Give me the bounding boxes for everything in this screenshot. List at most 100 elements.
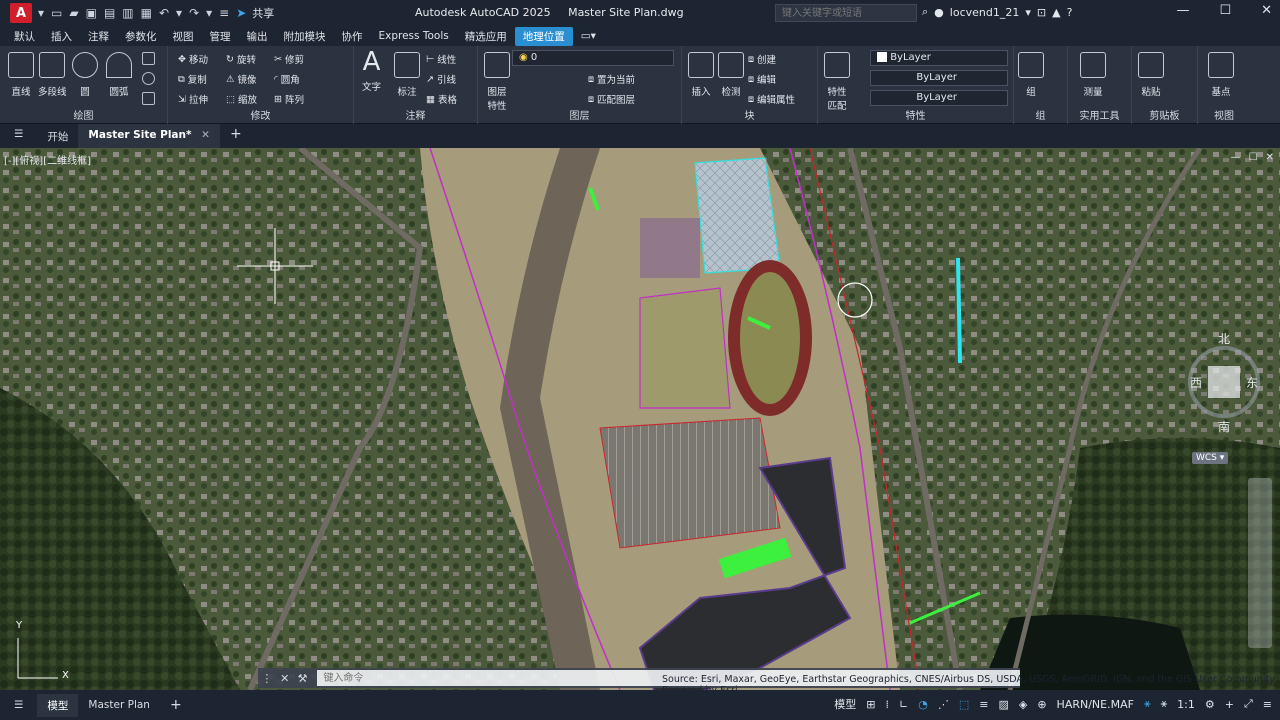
block-panel-label[interactable]: 块 xyxy=(682,107,817,122)
cart-icon[interactable]: ⊡ xyxy=(1037,6,1046,19)
drawing-viewport[interactable]: Y X [-][俯视][二维线框] — ☐ ✕ 北 东 西 南 WCS ▾ xyxy=(0,148,1280,690)
dimension-button[interactable]: 标注 xyxy=(394,52,420,98)
settings-icon[interactable]: ⚙ xyxy=(1205,698,1215,711)
properties-panel-label[interactable]: 特性 xyxy=(818,107,1013,122)
ribbon-tab-6[interactable]: 输出 xyxy=(239,27,276,46)
ribbon-tab-8[interactable]: 协作 xyxy=(334,27,371,46)
clipboard-panel-label[interactable]: 剪贴板 xyxy=(1132,107,1197,122)
layer-dropdown[interactable]: ◉ 0 xyxy=(512,50,674,66)
polar-icon[interactable]: ◔ xyxy=(918,698,928,711)
annotation-panel-label[interactable]: 注释 xyxy=(354,107,477,122)
linetype-dropdown[interactable]: ByLayer xyxy=(870,70,1008,86)
save-as-icon[interactable]: ▤ xyxy=(104,6,115,20)
mirror-button[interactable]: ⚠ 镜像 xyxy=(226,72,257,87)
move-button[interactable]: ✥ 移动 xyxy=(178,52,208,67)
new-tab-icon[interactable]: + xyxy=(220,124,252,148)
layers-panel-label[interactable]: 图层 xyxy=(478,107,681,122)
tab-master-plan[interactable]: Master Plan xyxy=(78,695,160,715)
lineweight-dropdown[interactable]: ByLayer xyxy=(870,90,1008,106)
maximize-icon[interactable]: ☐ xyxy=(1219,3,1231,18)
customize-qat-icon[interactable]: ≡ xyxy=(219,6,229,20)
table-button[interactable]: ▦ 表格 xyxy=(426,92,457,107)
annotation-visibility-icon[interactable]: ⚹ xyxy=(1161,697,1168,711)
ortho-icon[interactable]: ∟ xyxy=(899,698,908,711)
linear-button[interactable]: ⊢ 线性 xyxy=(426,52,456,67)
utilities-panel-label[interactable]: 实用工具 xyxy=(1068,107,1131,122)
save-icon[interactable]: ▣ xyxy=(86,6,97,20)
modify-panel-label[interactable]: 修改 xyxy=(168,107,353,122)
app-logo[interactable]: A xyxy=(10,3,32,23)
compass-north[interactable]: 北 xyxy=(1218,330,1230,347)
match-layer-button[interactable]: ⧈ 匹配图层 xyxy=(588,92,635,107)
make-current-button[interactable]: ⧈ 置为当前 xyxy=(588,72,635,87)
layout-menu-icon[interactable]: ☰ xyxy=(0,695,37,715)
a360-icon[interactable]: ▲ xyxy=(1052,6,1060,19)
draw-panel-label[interactable]: 绘图 xyxy=(0,107,167,122)
app-menu-icon[interactable]: ☰ xyxy=(0,124,37,148)
ribbon-tab-9[interactable]: Express Tools xyxy=(371,28,457,44)
rotate-button[interactable]: ↻ 旋转 xyxy=(226,52,256,67)
command-close-icon[interactable]: ✕ xyxy=(276,672,294,685)
create-block-button[interactable]: ⧈ 创建 xyxy=(748,52,776,67)
lineweight-icon[interactable]: ≡ xyxy=(979,698,988,711)
measure-button[interactable]: 测量 xyxy=(1080,52,1106,98)
new-layout-icon[interactable]: + xyxy=(160,695,192,715)
compass-south[interactable]: 南 xyxy=(1218,418,1230,435)
search-input[interactable] xyxy=(775,4,917,22)
edit-attributes-button[interactable]: ⧈ 编辑属性 xyxy=(748,92,795,107)
trim-button[interactable]: ✂ 修剪 xyxy=(274,52,304,67)
coord-system-label[interactable]: HARN/NE.MAF xyxy=(1057,698,1134,711)
object-snap-icon[interactable]: ⬚ xyxy=(959,698,969,711)
search-icon[interactable]: ⌕ xyxy=(922,5,928,19)
view-cube[interactable]: 北 东 西 南 WCS ▾ xyxy=(1186,324,1262,464)
share-icon[interactable]: ➤ xyxy=(236,6,246,20)
compass-east[interactable]: 东 xyxy=(1246,374,1258,391)
base-button[interactable]: 基点 xyxy=(1208,52,1234,98)
web-save-icon[interactable]: ▥ xyxy=(122,6,133,20)
wcs-menu[interactable]: WCS ▾ xyxy=(1192,452,1229,464)
circle-button[interactable]: 圆 xyxy=(72,52,98,98)
arc-button[interactable]: 圆弧 xyxy=(106,52,132,98)
undo-icon[interactable]: ↶ xyxy=(159,6,169,20)
fullscreen-icon[interactable]: ⤢ xyxy=(1244,697,1253,711)
command-grip-icon[interactable]: ⋮ xyxy=(258,672,276,685)
ribbon-tab-0[interactable]: 默认 xyxy=(6,27,43,46)
viewport-restore-icon[interactable]: ☐ xyxy=(1249,152,1258,163)
user-icon[interactable]: ● xyxy=(934,6,944,19)
annotation-scale-icon[interactable]: ⚹ xyxy=(1144,697,1151,711)
open-file-icon[interactable]: ▰ xyxy=(69,6,78,20)
color-dropdown[interactable]: ByLayer xyxy=(870,50,1008,66)
hatch-button[interactable] xyxy=(142,92,155,105)
scale-label[interactable]: 1:1 xyxy=(1177,698,1195,711)
close-icon[interactable]: ✕ xyxy=(1261,3,1272,18)
array-button[interactable]: ⊞ 阵列 xyxy=(274,92,304,107)
redo-dropdown-icon[interactable]: ▾ xyxy=(206,6,212,20)
ribbon-tab-1[interactable]: 插入 xyxy=(43,27,80,46)
fillet-button[interactable]: ◜ 圆角 xyxy=(274,72,300,87)
share-button[interactable]: 共享 xyxy=(252,5,274,21)
viewport-minimize-icon[interactable]: — xyxy=(1231,152,1241,163)
coord-system-icon[interactable]: ⊕ xyxy=(1037,698,1046,711)
menu-chevron-icon[interactable]: ▾ xyxy=(38,6,44,20)
help-icon[interactable]: ? xyxy=(1067,6,1073,19)
paste-button[interactable]: 粘贴 xyxy=(1138,52,1164,98)
isodraft-icon[interactable]: ⋰ xyxy=(938,698,949,711)
tab-model[interactable]: 模型 xyxy=(37,693,79,717)
command-customize-icon[interactable]: ⚒ xyxy=(294,672,312,685)
tab-close-icon[interactable]: ✕ xyxy=(201,129,210,141)
rectangle-button[interactable] xyxy=(142,52,155,65)
ribbon-tab-10[interactable]: 精选应用 xyxy=(457,27,515,46)
viewport-label[interactable]: [-][俯视][二维线框] xyxy=(4,152,91,167)
viewport-close-icon[interactable]: ✕ xyxy=(1266,152,1274,163)
tab-start[interactable]: 开始 xyxy=(37,124,78,148)
ribbon-tab-5[interactable]: 管理 xyxy=(202,27,239,46)
leader-button[interactable]: ↗ 引线 xyxy=(426,72,456,87)
ribbon-tab-7[interactable]: 附加模块 xyxy=(276,27,334,46)
insert-block-button[interactable]: 插入 xyxy=(688,52,714,98)
customize-menu-icon[interactable]: ≡ xyxy=(1263,698,1272,711)
ribbon-tab-11[interactable]: 地理位置 xyxy=(514,26,573,46)
ribbon-tab-4[interactable]: 视图 xyxy=(165,27,202,46)
view-panel-label[interactable]: 视图 xyxy=(1198,107,1250,122)
plus-icon[interactable]: + xyxy=(1225,698,1234,711)
transparency-icon[interactable]: ▨ xyxy=(998,698,1008,711)
